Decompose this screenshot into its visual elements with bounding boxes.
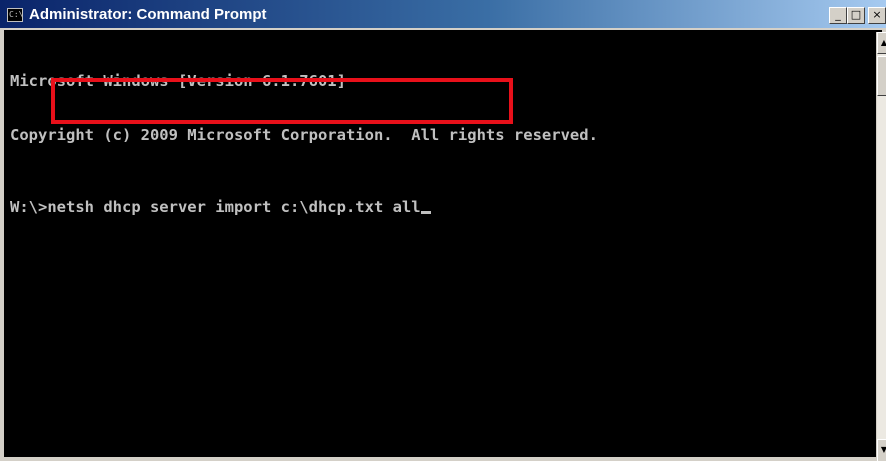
title-bar[interactable]: C:\ Administrator: Command Prompt _ □ × (0, 0, 886, 30)
scroll-thumb[interactable] (877, 56, 886, 96)
vertical-scrollbar[interactable]: ▲ ▼ (876, 32, 886, 461)
text-cursor (420, 211, 431, 214)
command-highlight-box (51, 78, 513, 124)
close-icon: × (872, 8, 882, 21)
console-prompt-line[interactable]: W:\>netsh dhcp server import c:\dhcp.txt… (10, 198, 870, 216)
console-command[interactable]: netsh dhcp server import c:\dhcp.txt all (47, 198, 420, 216)
scroll-up-button[interactable]: ▲ (877, 32, 886, 54)
cmd-icon[interactable]: C:\ (7, 8, 23, 22)
minimize-button[interactable]: _ (829, 7, 847, 24)
scroll-down-button[interactable]: ▼ (877, 439, 886, 461)
close-button[interactable]: × (868, 7, 886, 24)
command-prompt-window: C:\ Administrator: Command Prompt _ □ × … (0, 0, 886, 461)
maximize-icon: □ (850, 8, 862, 21)
maximize-button[interactable]: □ (847, 7, 865, 24)
arrow-down-icon: ▼ (880, 445, 886, 454)
console-copyright-line: Copyright (c) 2009 Microsoft Corporation… (10, 126, 598, 144)
console-prompt: W:\> (10, 198, 48, 216)
minimize-icon: _ (835, 8, 841, 21)
window-title: Administrator: Command Prompt (29, 6, 267, 23)
arrow-up-icon: ▲ (880, 38, 886, 47)
